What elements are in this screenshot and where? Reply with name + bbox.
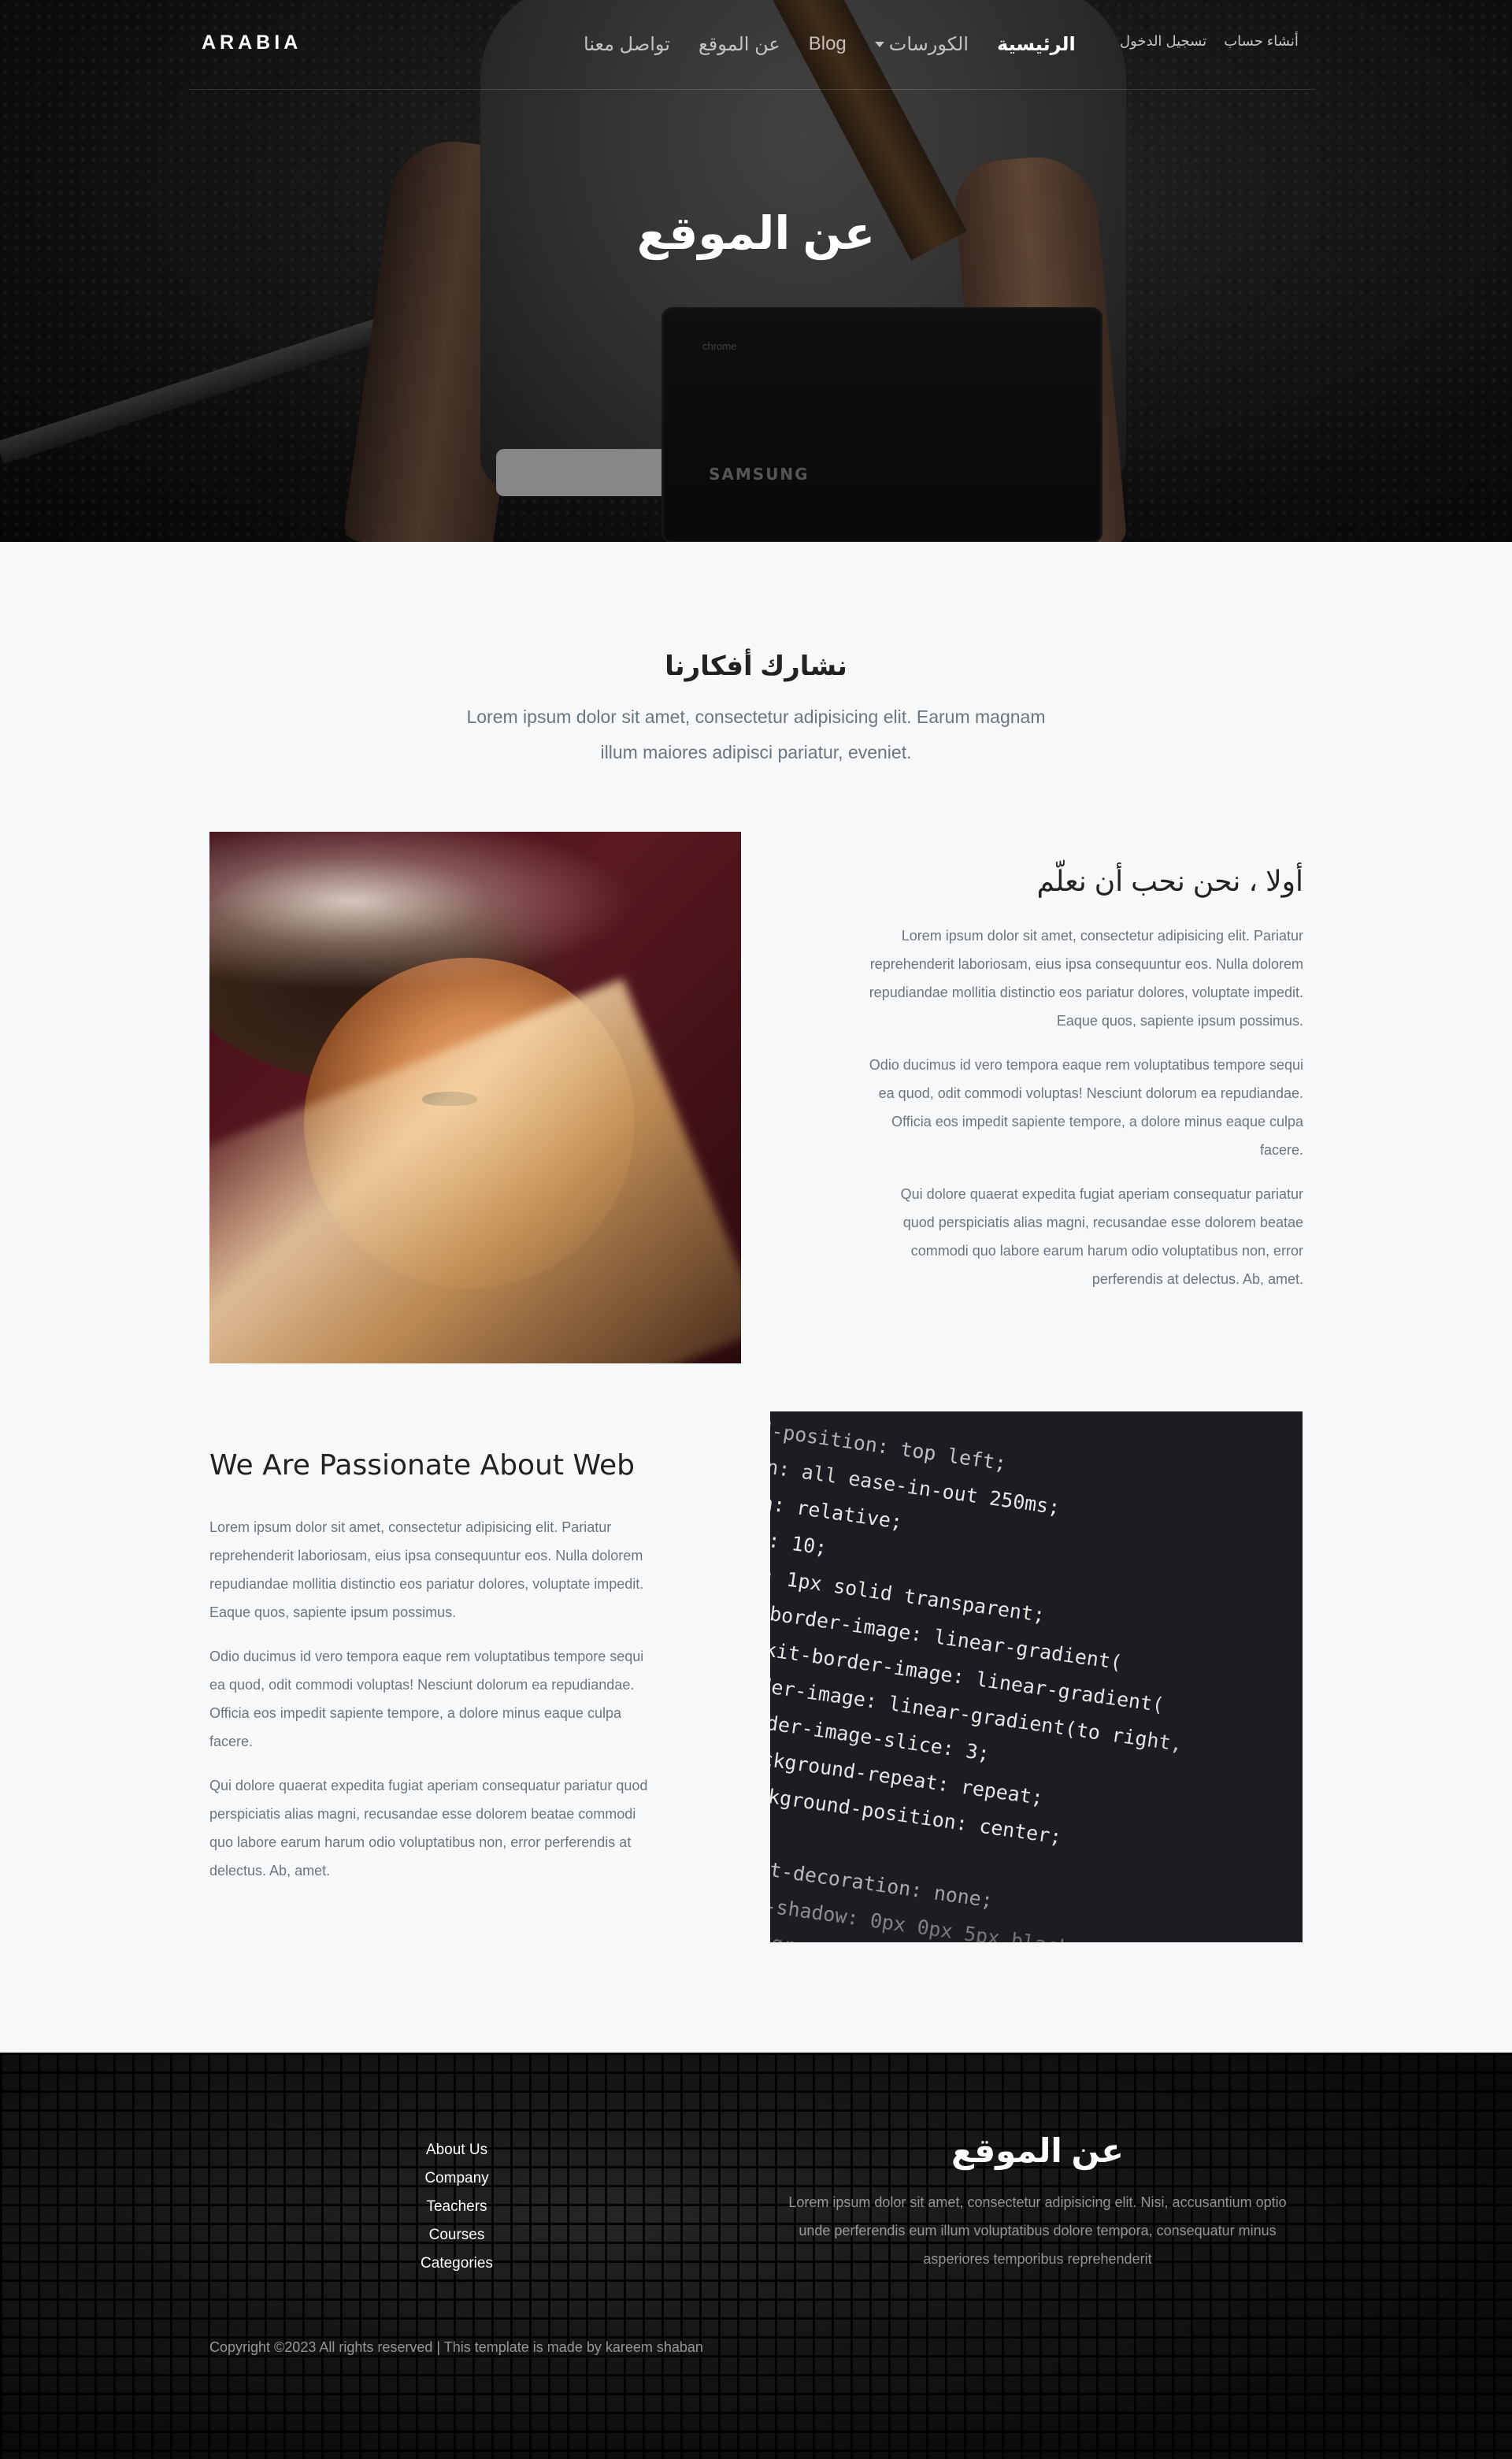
top-navbar: ARABIA الرئيسية الكورسات Blog عن الموقع … <box>189 0 1315 90</box>
feature-web-paragraph: Qui dolore quaerat expedita fugiat aperi… <box>209 1778 648 1879</box>
login-link[interactable]: تسجيل الدخول <box>1120 33 1206 50</box>
code-screenshot-image: d-position: top left;on: all ease-in-out… <box>770 1411 1303 1942</box>
footer-links: About Us Company Teachers Courses Catego… <box>378 2136 536 2278</box>
feature-teach-paragraph: Odio ducimus id vero tempora eaque rem v… <box>869 1057 1303 1158</box>
copyright-text: Copyright ©2023 All rights reserved | Th… <box>209 2339 703 2355</box>
nav-item-about[interactable]: عن الموقع <box>699 33 780 56</box>
feature-teach-block: أولا ، نحن نحب أن نعلّم Lorem ipsum dolo… <box>866 865 1303 1309</box>
footer-text: Lorem ipsum dolor sit amet, consectetur … <box>788 2194 1287 2267</box>
code-image-fade <box>770 1411 1303 1942</box>
reading-girl-image <box>209 832 741 1363</box>
feature-teach-paragraph: Qui dolore quaerat expedita fugiat aperi… <box>900 1186 1303 1287</box>
footer-link-teachers[interactable]: Teachers <box>378 2193 536 2221</box>
intro-text: Lorem ipsum dolor sit amet, consectetur … <box>466 707 1046 762</box>
nav-item-courses[interactable]: الكورسات <box>874 33 969 56</box>
feature-web-title: We Are Passionate About Web <box>209 1449 635 1482</box>
nav-item-blog[interactable]: Blog <box>809 33 847 55</box>
feature-teach-title: أولا ، نحن نحب أن نعلّم <box>1036 865 1303 897</box>
footer-link-courses[interactable]: Courses <box>378 2221 536 2249</box>
hero-title: عن الموقع <box>636 208 876 259</box>
chevron-down-icon <box>874 41 884 47</box>
feature-web-block: We Are Passionate About Web Lorem ipsum … <box>209 1449 650 1901</box>
intro-title: نشارك أفكارنا <box>665 651 847 681</box>
signup-link[interactable]: أنشاء حساب <box>1224 33 1299 50</box>
hero-section: chrome SAMSUNG ARABIA الرئيسية الكورسات … <box>0 0 1512 542</box>
main-menu: الرئيسية الكورسات Blog عن الموقع تواصل م… <box>555 28 1076 60</box>
feature-web-paragraph: Lorem ipsum dolor sit amet, consectetur … <box>209 1519 644 1620</box>
feature-teach-paragraph: Lorem ipsum dolor sit amet, consectetur … <box>869 928 1303 1029</box>
brand-logo[interactable]: ARABIA <box>202 32 302 54</box>
nav-item-courses-label: الكورسات <box>888 33 969 55</box>
nav-item-contact[interactable]: تواصل معنا <box>584 33 670 56</box>
footer-link-company[interactable]: Company <box>378 2164 536 2193</box>
feature-web-paragraph: Odio ducimus id vero tempora eaque rem v… <box>209 1649 644 1749</box>
footer-title: عن الموقع <box>951 2132 1124 2169</box>
footer-link-categories[interactable]: Categories <box>378 2249 536 2278</box>
auth-links: أنشاء حساب تسجيل الدخول <box>1102 33 1299 50</box>
site-footer: About Us Company Teachers Courses Catego… <box>0 2053 1512 2459</box>
nav-item-home[interactable]: الرئيسية <box>997 33 1076 56</box>
image-hair-highlight <box>209 832 682 1005</box>
footer-link-about[interactable]: About Us <box>378 2136 536 2164</box>
